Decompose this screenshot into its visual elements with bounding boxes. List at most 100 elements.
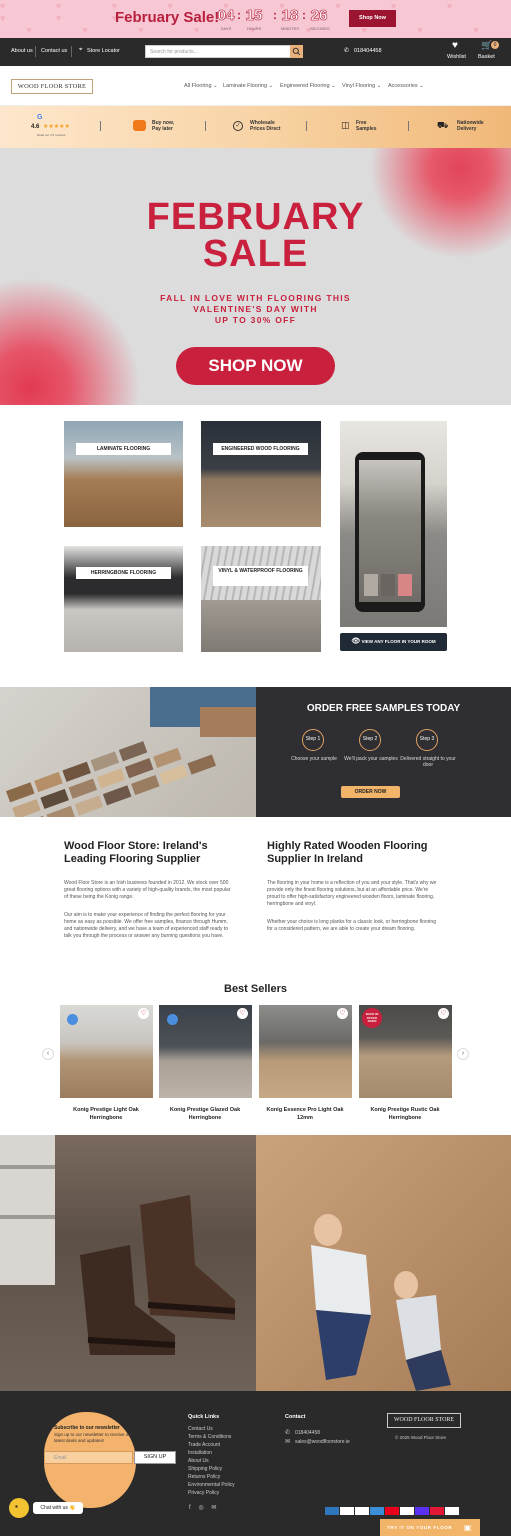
samples-title: ORDER FREE SAMPLES TODAY	[306, 703, 461, 714]
brand-badge-icon	[67, 1014, 78, 1025]
about-right-p2: Whether your choice is long planks for a…	[267, 919, 436, 932]
menu-accessories[interactable]: Accessories ⌄	[388, 83, 424, 89]
countdown-seconds: 26 SECONDS	[310, 7, 330, 31]
countdown-sep: :	[237, 8, 241, 22]
menu-vinyl[interactable]: Vinyl Flooring ⌄	[342, 83, 381, 89]
usp-delivery: Nationwide Delivery	[457, 120, 484, 132]
divider	[205, 121, 206, 131]
quick-links-title: Quick Links	[188, 1414, 220, 1420]
signup-button[interactable]: SIGN UP	[134, 1451, 176, 1464]
copyright: © 2025 Wood Floor Store	[395, 1435, 447, 1440]
rating-stars: ★★★★★	[43, 124, 70, 130]
divider	[71, 46, 72, 57]
promo-shop-now-button[interactable]: Shop Now	[349, 10, 396, 27]
carousel-next-button[interactable]: ›	[457, 1048, 469, 1060]
footer-logo[interactable]: WOOD FLOOR STORE	[387, 1413, 461, 1428]
footer-link[interactable]: Privacy Policy	[188, 1489, 235, 1497]
product-name-2[interactable]: Konig Prestige Glazed Oak Herringbone	[155, 1106, 255, 1122]
step-3: Step 3	[416, 729, 438, 751]
about-left-title: Wood Floor Store: Ireland's Leading Floor…	[64, 840, 208, 865]
herringbone-label[interactable]: HERRINGBONE FLOORING	[76, 567, 171, 579]
brand-badge-icon	[167, 1014, 178, 1025]
menu-laminate[interactable]: Laminate Flooring ⌄	[223, 83, 273, 89]
footer-phone[interactable]: 018404458	[295, 1429, 320, 1437]
order-now-button[interactable]: ORDER NOW	[341, 786, 400, 798]
search-input[interactable]: Search for products...	[145, 45, 291, 58]
engineered-label[interactable]: ENGINEERED WOOD FLOORING	[213, 443, 308, 455]
divider	[408, 121, 409, 131]
footer-link[interactable]: Contact Us	[188, 1425, 235, 1433]
chat-bubble-icon[interactable]: ▪	[9, 1498, 29, 1518]
wishlist-label[interactable]: Wishlist	[447, 54, 466, 60]
email-field[interactable]: Email	[44, 1451, 133, 1464]
usp-buy-now: Buy now, Pay later	[152, 120, 175, 132]
laminate-tile[interactable]	[64, 421, 183, 527]
humm-icon	[133, 120, 146, 131]
boots-image	[0, 1135, 256, 1391]
herringbone-tile[interactable]	[64, 546, 183, 652]
logo[interactable]: WOOD FLOOR STORE	[11, 79, 93, 94]
product-name-3[interactable]: Konig Essence Pro Light Oak 12mm	[255, 1106, 355, 1122]
footer-link[interactable]: About Us	[188, 1457, 235, 1465]
phone-number[interactable]: 018404458	[354, 48, 382, 54]
phone-icon: ✆	[344, 48, 350, 54]
footer-link[interactable]: Terms & Conditions	[188, 1433, 235, 1441]
google-icon: G	[37, 114, 43, 121]
step-1: Step 1	[302, 729, 324, 751]
view-in-room-button[interactable]: 👁 VIEW ANY FLOOR IN YOUR ROOM	[340, 633, 447, 651]
product-image-3[interactable]	[259, 1005, 352, 1098]
footer-link[interactable]: Trade Account	[188, 1441, 235, 1449]
payment-icons	[325, 1502, 467, 1515]
basket-count: 0	[491, 41, 499, 49]
samples-image	[0, 687, 256, 837]
about-link[interactable]: About us	[11, 48, 33, 54]
try-on-floor-button[interactable]: TRY IT ON YOUR FLOOR ▣	[380, 1519, 480, 1536]
wishlist-heart-icon[interactable]: ♡	[138, 1008, 149, 1019]
about-left-p2: Our aim is to make your experience of fi…	[64, 912, 229, 939]
store-locator-link[interactable]: Store Locator	[87, 48, 120, 54]
product-name-1[interactable]: Konig Prestige Light Oak Herringbone	[56, 1106, 156, 1122]
couple-on-floor-image	[256, 1135, 511, 1391]
swatch	[398, 574, 412, 596]
footer-link[interactable]: Installation	[188, 1449, 235, 1457]
wishlist-heart-icon[interactable]: ♡	[237, 1008, 248, 1019]
laminate-label[interactable]: LAMINATE FLOORING	[76, 443, 171, 455]
samples-icon: ◫	[341, 120, 350, 130]
heart-icon[interactable]: ♥	[452, 40, 458, 51]
engineered-tile[interactable]	[201, 421, 321, 527]
footer-link[interactable]: Returns Policy	[188, 1473, 235, 1481]
contact-link[interactable]: Contact us	[41, 48, 67, 54]
footer-link[interactable]: Environmental Policy	[188, 1481, 235, 1489]
couple-graphic	[311, 1214, 451, 1391]
contact-title: Contact	[285, 1414, 306, 1420]
rating-sub[interactable]: Read our 4.6 reviews	[37, 133, 65, 137]
hero-shop-now-button[interactable]: SHOP NOW	[176, 347, 335, 385]
phone-icon: ✆	[285, 1430, 291, 1436]
usp-wholesale: Wholesale Prices Direct	[250, 120, 281, 132]
step-2: Step 2	[359, 729, 381, 751]
chat-label[interactable]: Chat with us 👋	[33, 1502, 83, 1514]
sample-swatches-graphic	[6, 687, 256, 837]
carousel-prev-button[interactable]: ‹	[42, 1048, 54, 1060]
rating-value: 4.6	[31, 124, 40, 130]
footer-email[interactable]: sales@woodfloorstore.ie	[295, 1438, 350, 1446]
about-right-title: Highly Rated Wooden Flooring Supplier In …	[267, 840, 428, 865]
product-name-4[interactable]: Konig Prestige Rustic Oak Herringbone	[355, 1106, 455, 1122]
newsletter-title: Subscribe to our newsletter	[54, 1425, 120, 1431]
search-icon	[292, 47, 301, 56]
location-pin-icon: ⌖	[79, 47, 83, 53]
countdown-sep: :	[302, 8, 306, 22]
wishlist-heart-icon[interactable]: ♡	[438, 1008, 449, 1019]
menu-all-flooring[interactable]: All Flooring ⌄	[184, 83, 218, 89]
social-icons[interactable]: f ◎ ✉	[189, 1504, 219, 1511]
about-right-p1: The flooring in your home is a reflectio…	[267, 880, 437, 907]
newsletter-text: Sign up to our newsletter to receive our…	[54, 1432, 133, 1443]
menu-engineered[interactable]: Engineered Flooring ⌄	[280, 83, 336, 89]
vinyl-label[interactable]: VINYL & WATERPROOF FLOORING	[213, 566, 308, 586]
wishlist-heart-icon[interactable]: ♡	[337, 1008, 348, 1019]
footer-link[interactable]: Shipping Policy	[188, 1465, 235, 1473]
hero-title: FEBRUARY SALE	[146, 196, 365, 275]
boots-graphic	[0, 1135, 236, 1355]
search-button[interactable]	[290, 45, 303, 58]
basket-label[interactable]: Basket	[478, 54, 495, 60]
